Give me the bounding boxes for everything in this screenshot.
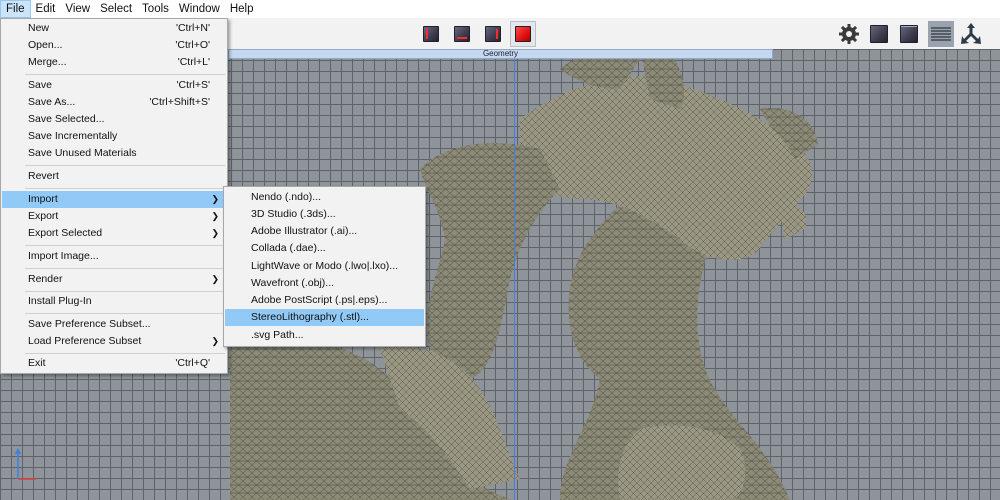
menu-item-merge[interactable]: Merge... 'Ctrl+L' [2, 54, 226, 71]
submenu-arrow-icon: ❯ [211, 336, 219, 346]
front-view-button[interactable] [418, 21, 444, 47]
front-view-cube-icon [423, 26, 439, 42]
menu-bar: File Edit View Select Tools Window Help [0, 0, 1000, 19]
menu-separator [25, 165, 225, 166]
object-wire-button[interactable] [896, 21, 922, 47]
menu-select[interactable]: Select [95, 0, 137, 18]
perspective-view-button[interactable] [480, 21, 506, 47]
menu-item-label: Merge... [28, 56, 67, 68]
cube-wire-icon [900, 25, 918, 43]
menu-separator [25, 268, 225, 269]
menu-file[interactable]: File [0, 0, 31, 18]
submenu-arrow-icon: ❯ [211, 228, 219, 238]
menu-item-label: Import [28, 193, 58, 205]
gear-icon [839, 24, 859, 44]
import-3d-studio[interactable]: 3D Studio (.3ds)... [225, 206, 424, 223]
menu-separator [25, 353, 225, 354]
menu-item-install-plug-in[interactable]: Install Plug-In [2, 293, 226, 310]
import-nendo[interactable]: Nendo (.ndo)... [225, 189, 424, 206]
menu-item-save-selected[interactable]: Save Selected... [2, 111, 226, 128]
menu-item-save-preference-subset[interactable]: Save Preference Subset... [2, 316, 226, 333]
axis-guide-line [514, 59, 515, 500]
import-stereolithography[interactable]: StereoLithography (.stl)... [225, 309, 424, 326]
menu-item-shortcut: 'Ctrl+Shift+S' [149, 96, 210, 108]
menu-item-revert[interactable]: Revert [2, 168, 226, 185]
menu-view[interactable]: View [60, 0, 95, 18]
menu-item-shortcut: 'Ctrl+L' [177, 56, 210, 68]
menu-item-import-image[interactable]: Import Image... [2, 248, 226, 265]
menu-item-save-unused-materials[interactable]: Save Unused Materials [2, 145, 226, 162]
menu-item-exit[interactable]: Exit 'Ctrl+Q' [2, 355, 226, 372]
side-view-button[interactable] [449, 21, 475, 47]
import-adobe-postscript[interactable]: Adobe PostScript (.ps|.eps)... [225, 292, 424, 309]
menu-item-label: Export [28, 210, 59, 222]
axis-orientation-icon [15, 448, 36, 480]
menu-item-label: New [28, 22, 50, 34]
menu-item-label: Save Incrementally [28, 130, 118, 142]
settings-button[interactable] [836, 21, 862, 47]
menu-item-label: Install Plug-In [28, 295, 92, 307]
axis-tool-button[interactable] [958, 21, 984, 47]
import-lightwave-modo[interactable]: LightWave or Modo (.lwo|.lxo)... [225, 258, 424, 275]
menu-help[interactable]: Help [225, 0, 259, 18]
import-wavefront[interactable]: Wavefront (.obj)... [225, 275, 424, 292]
menu-item-label: Exit [28, 357, 46, 369]
menu-item-shortcut: 'Ctrl+S' [176, 79, 210, 91]
solid-view-cube-icon [515, 26, 531, 42]
menu-separator [25, 188, 225, 189]
menu-item-shortcut: 'Ctrl+Q' [175, 357, 210, 369]
menu-item-label: Render [28, 273, 63, 285]
import-adobe-illustrator[interactable]: Adobe Illustrator (.ai)... [225, 223, 424, 240]
menu-item-load-preference-subset[interactable]: Load Preference Subset ❯ [2, 333, 226, 350]
menu-item-label: Load Preference Subset [28, 335, 142, 347]
geometry-panel-label[interactable]: Geometry [228, 49, 773, 59]
submenu-arrow-icon: ❯ [211, 211, 219, 221]
menu-tools[interactable]: Tools [137, 0, 174, 18]
submenu-arrow-icon: ❯ [211, 194, 219, 204]
submenu-arrow-icon: ❯ [211, 274, 219, 284]
menu-item-save[interactable]: Save 'Ctrl+S' [2, 77, 226, 94]
menu-item-label: Export Selected [28, 227, 103, 239]
menu-separator [25, 313, 225, 314]
side-view-cube-icon [454, 26, 470, 42]
menu-item-label: Save Selected... [28, 113, 105, 125]
menu-item-save-as[interactable]: Save As... 'Ctrl+Shift+S' [2, 94, 226, 111]
perspective-view-cube-icon [485, 26, 501, 42]
menu-item-shortcut: 'Ctrl+O' [175, 39, 210, 51]
menu-item-label: Import Image... [28, 250, 99, 262]
menu-item-import[interactable]: Import ❯ [2, 191, 226, 208]
menu-item-save-incrementally[interactable]: Save Incrementally [2, 128, 226, 145]
menu-edit[interactable]: Edit [31, 0, 61, 18]
menu-item-label: Save [28, 79, 52, 91]
file-menu: New 'Ctrl+N' Open... 'Ctrl+O' Merge... 'Ctr… [0, 18, 228, 374]
menu-item-new[interactable]: New 'Ctrl+N' [2, 20, 226, 37]
axis-tool-icon [961, 23, 981, 44]
import-collada[interactable]: Collada (.dae)... [225, 240, 424, 257]
menu-item-label: Revert [28, 170, 59, 182]
menu-item-label: Save Unused Materials [28, 147, 137, 159]
menu-item-export[interactable]: Export ❯ [2, 208, 226, 225]
import-svg-path[interactable]: .svg Path... [225, 327, 424, 344]
menu-item-open[interactable]: Open... 'Ctrl+O' [2, 37, 226, 54]
menu-item-shortcut: 'Ctrl+N' [175, 22, 210, 34]
menu-item-render[interactable]: Render ❯ [2, 271, 226, 288]
menu-window[interactable]: Window [174, 0, 225, 18]
layers-icon [931, 27, 951, 41]
menu-item-label: Open... [28, 39, 63, 51]
menu-separator [25, 245, 225, 246]
menu-item-label: Save As... [28, 96, 76, 108]
layers-button[interactable] [928, 21, 954, 47]
solid-view-button[interactable] [510, 21, 536, 47]
menu-item-label: Save Preference Subset... [28, 318, 151, 330]
menu-separator [25, 291, 225, 292]
menu-item-export-selected[interactable]: Export Selected ❯ [2, 225, 226, 242]
object-button[interactable] [866, 21, 892, 47]
menu-separator [25, 74, 225, 75]
import-submenu: Nendo (.ndo)... 3D Studio (.3ds)... Adob… [223, 186, 426, 347]
cube-icon [870, 25, 888, 43]
